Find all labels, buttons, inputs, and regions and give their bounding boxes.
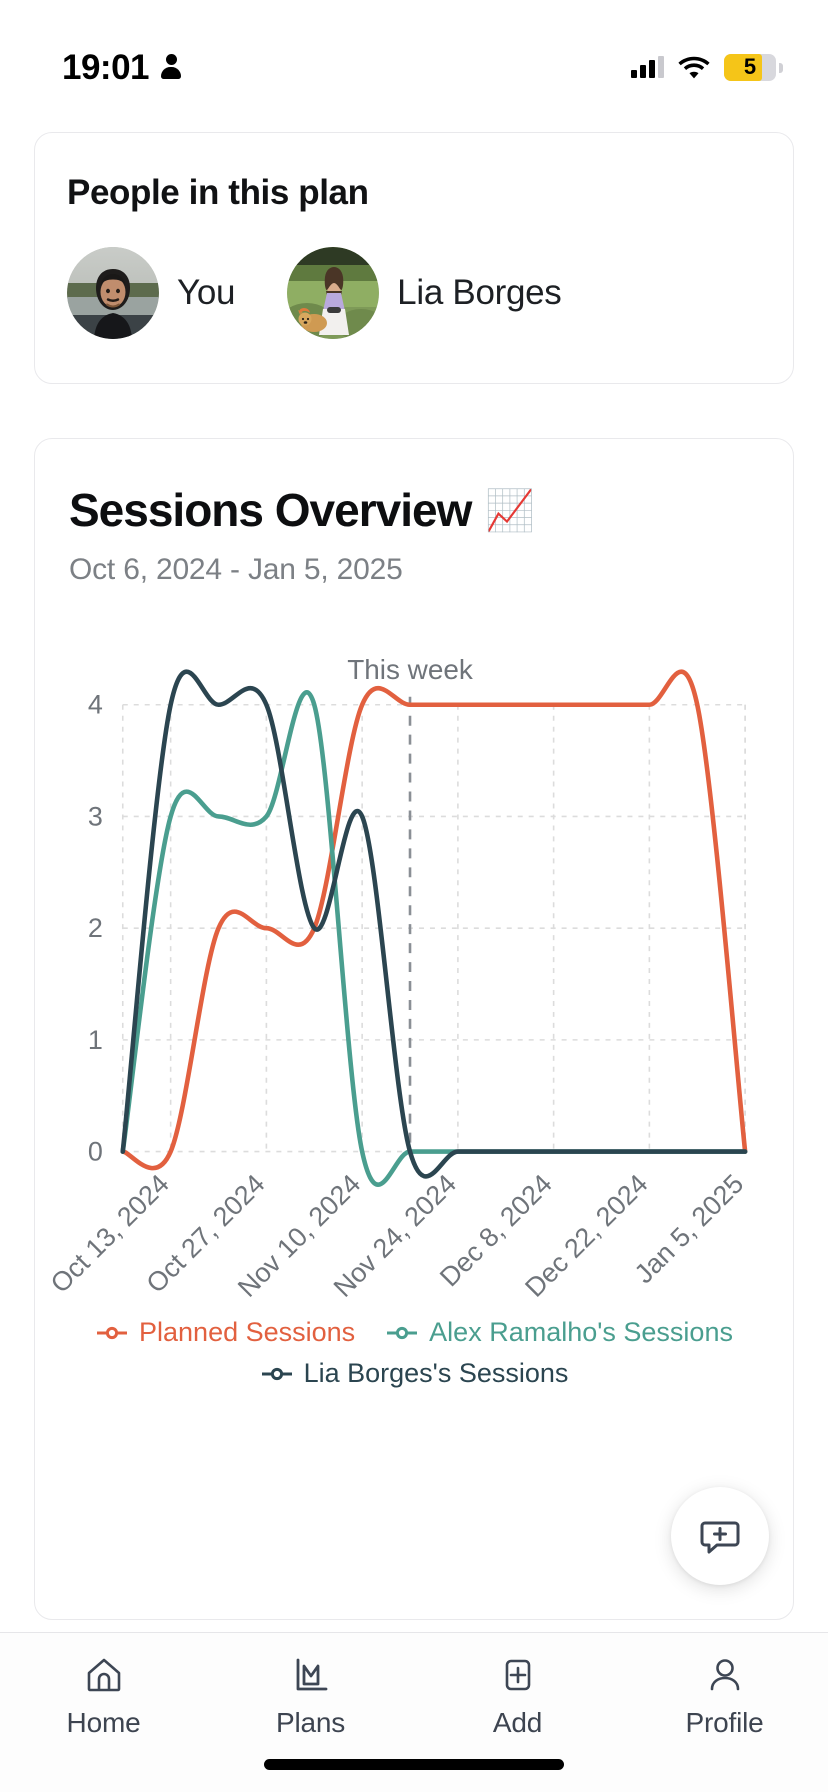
new-chat-button[interactable] (671, 1487, 769, 1586)
avatar-you (67, 247, 159, 339)
people-list: You Lia Borges (67, 247, 761, 339)
chart-increasing-icon: 📈 (485, 488, 535, 533)
tab-home[interactable]: Home (0, 1655, 207, 1739)
person-icon (161, 54, 182, 80)
chart-header: Sessions Overview 📈 Oct 6, 2024 - Jan 5,… (35, 483, 793, 587)
person-lia-borges[interactable]: Lia Borges (287, 247, 562, 339)
battery-level: 5 (743, 54, 757, 79)
tab-add[interactable]: Add (414, 1655, 621, 1739)
tab-label: Home (66, 1707, 141, 1738)
home-indicator (264, 1759, 564, 1770)
chat-add-icon (700, 1521, 740, 1554)
legend-label: Lia Borges's Sessions (303, 1358, 569, 1389)
tab-label: Plans (275, 1707, 346, 1738)
svg-text:4: 4 (88, 690, 103, 720)
legend-marker-icon (97, 1326, 128, 1339)
person-you[interactable]: You (67, 247, 235, 339)
plus-square-icon (505, 1659, 530, 1691)
tab-plans[interactable]: Plans (207, 1655, 414, 1739)
legend-marker-icon (387, 1326, 418, 1339)
chart-icon (296, 1658, 327, 1691)
chart-title-text: Sessions Overview (69, 484, 472, 536)
legend-label: Alex Ramalho's Sessions (429, 1317, 733, 1348)
svg-text:1: 1 (88, 1025, 103, 1055)
chart-date-range: Oct 6, 2024 - Jan 5, 2025 (69, 553, 403, 586)
cellular-signal-icon (631, 56, 664, 78)
svg-text:3: 3 (88, 801, 103, 831)
chart-svg: 01234This weekOct 13, 2024Oct 27, 2024No… (45, 654, 750, 1303)
person-outline-icon (710, 1659, 739, 1691)
bottom-tab-bar: Home Plans Add Profile (0, 1632, 828, 1792)
card-bottom-space (35, 1389, 793, 1619)
person-name: You (177, 273, 236, 312)
status-bar-right: 5 (631, 53, 783, 81)
legend-item[interactable]: Lia Borges's Sessions (260, 1358, 569, 1389)
status-bar-left: 19:01 (62, 47, 182, 87)
legend-item[interactable]: Planned Sessions (95, 1317, 355, 1348)
avatar-lia-borges (287, 247, 380, 339)
tab-label: Profile (685, 1707, 764, 1738)
svg-text:0: 0 (88, 1137, 103, 1167)
tab-profile[interactable]: Profile (621, 1655, 828, 1739)
legend-item[interactable]: Alex Ramalho's Sessions (385, 1317, 733, 1348)
people-in-plan-card: People in this plan You Lia Borges (34, 132, 794, 384)
chart-legend: Planned Sessions Alex Ramalho's Sessions… (35, 1317, 793, 1389)
legend-marker-icon (261, 1367, 292, 1380)
status-bar: 19:01 5 (0, 0, 828, 104)
scroll-content: People in this plan You Lia Borges Sessi… (0, 104, 828, 1621)
wifi-icon (678, 56, 710, 79)
chart-title: Sessions Overview 📈 (69, 483, 759, 537)
svg-text:This week: This week (347, 654, 473, 685)
svg-text:2: 2 (88, 913, 103, 943)
sessions-line-chart[interactable]: 0 1 2 3 4 This week Oct 13, 2024 Oct 27, 2024 No… (35, 613, 793, 1311)
legend-label: Planned Sessions (139, 1317, 356, 1348)
home-icon (87, 1658, 120, 1692)
status-time: 19:01 (62, 47, 150, 87)
person-name: Lia Borges (397, 273, 562, 312)
tab-label: Add (492, 1707, 543, 1738)
sessions-overview-card: Sessions Overview 📈 Oct 6, 2024 - Jan 5,… (34, 438, 794, 1621)
people-card-title: People in this plan (67, 173, 369, 212)
battery-icon: 5 (724, 53, 783, 81)
